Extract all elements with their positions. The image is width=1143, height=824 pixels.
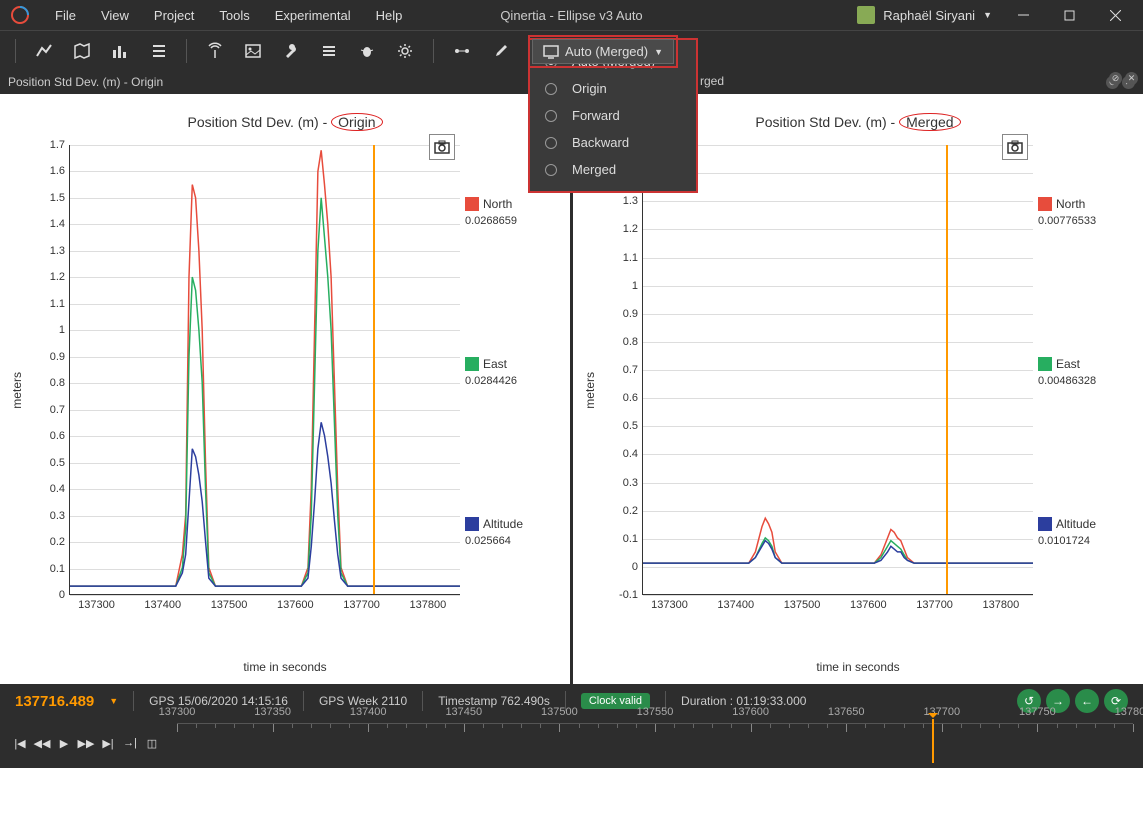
menu-experimental[interactable]: Experimental bbox=[275, 8, 351, 23]
nav-prev-button[interactable]: ← bbox=[1075, 689, 1099, 713]
image-icon[interactable] bbox=[243, 41, 263, 61]
play-button[interactable]: ▶ bbox=[54, 733, 74, 753]
radio-icon bbox=[545, 164, 557, 176]
wrench-icon[interactable] bbox=[281, 41, 301, 61]
menu-tools[interactable]: Tools bbox=[219, 8, 249, 23]
menu-file[interactable]: File bbox=[55, 8, 76, 23]
tab-title-right-fragment: rged bbox=[700, 74, 724, 88]
mode-option-merged[interactable]: Merged bbox=[530, 156, 696, 183]
skip-end-button[interactable]: ▶| bbox=[98, 733, 118, 753]
menu-help[interactable]: Help bbox=[376, 8, 403, 23]
mode-option-forward[interactable]: Forward bbox=[530, 102, 696, 129]
connector-icon[interactable] bbox=[452, 41, 472, 61]
tab-close-icon[interactable]: ✕ bbox=[1125, 72, 1138, 85]
current-time[interactable]: 137716.489 bbox=[15, 693, 94, 710]
list-icon[interactable] bbox=[148, 41, 168, 61]
menu-project[interactable]: Project bbox=[154, 8, 194, 23]
minimize-button[interactable] bbox=[1000, 0, 1046, 30]
user-name[interactable]: Raphaël Siryani bbox=[883, 8, 975, 23]
rewind-button[interactable]: ◀◀ bbox=[32, 733, 52, 753]
user-dropdown-icon[interactable]: ▼ bbox=[983, 10, 992, 20]
maximize-button[interactable] bbox=[1046, 0, 1092, 30]
bug-icon[interactable] bbox=[357, 41, 377, 61]
radio-icon bbox=[545, 110, 557, 122]
mode-option-backward[interactable]: Backward bbox=[530, 129, 696, 156]
bar-chart-icon[interactable] bbox=[110, 41, 130, 61]
x-axis-label: time in seconds bbox=[816, 660, 899, 674]
user-avatar-icon bbox=[857, 6, 875, 24]
mode-option-origin[interactable]: Origin bbox=[530, 75, 696, 102]
timeline-ruler[interactable]: 1373001373501374001374501375001375501376… bbox=[177, 723, 1133, 763]
mode-dropdown-button[interactable]: Auto (Merged) ▼ bbox=[532, 39, 674, 64]
x-axis-label: time in seconds bbox=[243, 660, 326, 674]
menu-view[interactable]: View bbox=[101, 8, 129, 23]
camera-icon bbox=[1007, 140, 1023, 154]
timeline: |◀ ◀◀ ▶ ▶▶ ▶| →| ◫ 137300137350137400137… bbox=[0, 718, 1143, 768]
gear-icon[interactable] bbox=[395, 41, 415, 61]
radio-icon bbox=[545, 83, 557, 95]
tab-popout-icon[interactable]: ⊘ bbox=[1109, 72, 1122, 85]
tab-title-left[interactable]: Position Std Dev. (m) - Origin bbox=[8, 75, 163, 89]
app-logo-icon bbox=[10, 5, 30, 25]
line-chart-icon[interactable] bbox=[34, 41, 54, 61]
layers-icon[interactable] bbox=[319, 41, 339, 61]
main-menu: File View Project Tools Experimental Hel… bbox=[55, 8, 402, 23]
chart-title-origin: Position Std Dev. (m) - Origin bbox=[10, 114, 560, 130]
toolbar: Auto (Merged) ▼ bbox=[0, 30, 1143, 70]
mode-selected-label: Auto (Merged) bbox=[565, 44, 648, 59]
antenna-icon[interactable] bbox=[205, 41, 225, 61]
camera-icon bbox=[434, 140, 450, 154]
close-button[interactable] bbox=[1092, 0, 1138, 30]
chevron-down-icon: ▼ bbox=[654, 47, 663, 57]
plot-merged[interactable]: -0.100.10.20.30.40.50.60.70.80.911.11.21… bbox=[602, 135, 1133, 645]
snapshot-button[interactable] bbox=[1002, 134, 1028, 160]
chevron-down-icon[interactable]: ▼ bbox=[109, 696, 118, 706]
radio-icon bbox=[545, 137, 557, 149]
window-title: Qinertia - Ellipse v3 Auto bbox=[500, 8, 642, 23]
map-icon[interactable] bbox=[72, 41, 92, 61]
brush-icon[interactable] bbox=[490, 41, 510, 61]
monitor-icon bbox=[543, 45, 559, 59]
mode-dropdown-highlight: Auto (Merged) ▼ bbox=[528, 35, 678, 68]
y-axis-label: meters bbox=[583, 372, 597, 409]
plot-origin[interactable]: 00.10.20.30.40.50.60.70.80.911.11.21.31.… bbox=[29, 135, 560, 645]
forward-button[interactable]: ▶▶ bbox=[76, 733, 96, 753]
skip-start-button[interactable]: |◀ bbox=[10, 733, 30, 753]
title-bar: File View Project Tools Experimental Hel… bbox=[0, 0, 1143, 30]
crop-button[interactable]: ◫ bbox=[142, 733, 162, 753]
goto-end-button[interactable]: →| bbox=[120, 733, 140, 753]
snapshot-button[interactable] bbox=[429, 134, 455, 160]
chart-panel-origin: Position Std Dev. (m) - Origin meters 00… bbox=[0, 94, 570, 684]
y-axis-label: meters bbox=[10, 372, 24, 409]
